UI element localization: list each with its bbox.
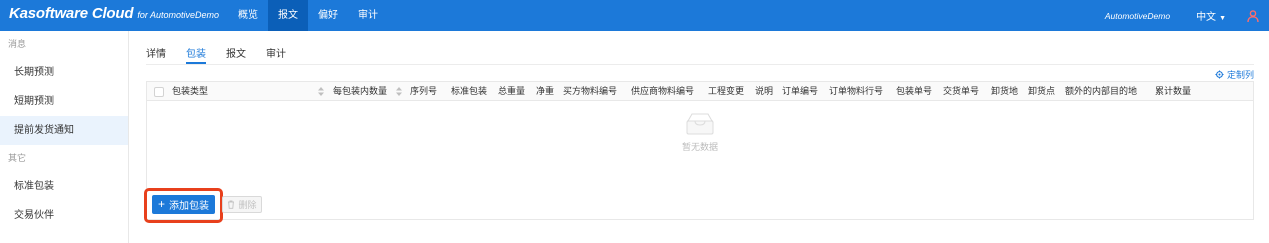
nav-item-preferences[interactable]: 偏好 <box>308 0 348 31</box>
sidebar-item-short-term-forecast[interactable]: 短期预测 <box>0 87 128 116</box>
delete-button[interactable]: 删除 <box>222 195 262 213</box>
nav-item-messages[interactable]: 报文 <box>268 0 308 31</box>
language-label: 中文 <box>1196 12 1217 23</box>
sidebar-item-advance-ship-notice[interactable]: 提前发货通知 <box>0 116 128 145</box>
custom-columns-label: 定制列 <box>1226 70 1254 80</box>
account-name[interactable]: AutomotiveDemo <box>1105 11 1170 21</box>
sidebar-item-long-term-forecast[interactable]: 长期预测 <box>0 58 128 87</box>
empty-state: 暂无数据 <box>147 102 1253 182</box>
nav-item-audit[interactable]: 审计 <box>348 0 388 31</box>
empty-box-icon <box>686 113 714 135</box>
trash-icon <box>228 200 235 209</box>
plus-icon: + <box>157 197 165 211</box>
column-header-gross-weight[interactable]: 总重量 <box>498 82 525 101</box>
column-header-order-line-number[interactable]: 订单物料行号 <box>829 82 883 101</box>
select-all-checkbox[interactable] <box>154 87 164 97</box>
packaging-table: 包装类型 每包装内数量 序列号 标准包装 总重量 净重 买方物料编号 供应商物料… <box>146 81 1254 220</box>
column-header-cumulative-quantity[interactable]: 累计数量 <box>1155 82 1191 101</box>
column-header-unloading-place[interactable]: 卸货地 <box>991 82 1018 101</box>
brand-name: Kasoftware Cloud <box>9 5 134 22</box>
column-header-engineering-change[interactable]: 工程变更 <box>708 82 744 101</box>
column-header-unloading-point[interactable]: 卸货点 <box>1028 82 1055 101</box>
custom-columns-link[interactable]: 定制列 <box>1215 68 1254 81</box>
add-package-button[interactable]: + 添加包装 <box>152 194 215 214</box>
add-package-label: 添加包装 <box>169 200 209 212</box>
column-header-buyer-part-number[interactable]: 买方物料编号 <box>563 82 617 101</box>
sidebar-item-standard-packaging[interactable]: 标准包装 <box>0 172 128 201</box>
column-header-standard-package[interactable]: 标准包装 <box>451 82 487 101</box>
column-header-extra-internal-destination[interactable]: 额外的内部目的地 <box>1065 82 1137 101</box>
table-header: 包装类型 每包装内数量 序列号 标准包装 总重量 净重 买方物料编号 供应商物料… <box>147 82 1253 101</box>
table-actions: + 添加包装 删除 <box>144 188 262 223</box>
tab-audit[interactable]: 审计 <box>266 45 286 64</box>
brand-subtitle: for AutomotiveDemo <box>137 10 220 20</box>
empty-text: 暂无数据 <box>681 142 718 152</box>
delete-label: 删除 <box>238 199 257 210</box>
column-header-delivery-number[interactable]: 交货单号 <box>943 82 979 101</box>
sort-icon[interactable] <box>396 82 403 101</box>
sidebar-item-trading-partners[interactable]: 交易伙伴 <box>0 201 128 230</box>
column-header-qty-per-package[interactable]: 每包装内数量 <box>333 82 387 101</box>
nav-item-overview[interactable]: 概览 <box>228 0 268 31</box>
tabs-divider <box>146 64 1254 65</box>
user-icon[interactable] <box>1246 9 1260 23</box>
column-header-package-number[interactable]: 包装单号 <box>896 82 932 101</box>
column-header-serial-number[interactable]: 序列号 <box>410 82 437 101</box>
detail-tabs: 详情 包装 报文 审计 <box>146 45 306 64</box>
column-header-order-number[interactable]: 订单编号 <box>782 82 818 101</box>
column-header-description[interactable]: 说明 <box>755 82 773 101</box>
sort-icon[interactable] <box>318 82 325 101</box>
top-bar: Kasoftware Cloud for AutomotiveDemo 概览 报文… <box>0 0 1269 31</box>
tab-details[interactable]: 详情 <box>146 45 166 64</box>
tab-packaging[interactable]: 包装 <box>186 45 206 64</box>
tab-messages[interactable]: 报文 <box>226 45 246 64</box>
main-nav: 概览 报文 偏好 审计 <box>228 0 388 31</box>
sidebar-group-messages: 消息 <box>8 39 27 49</box>
top-right-area: AutomotiveDemo 中文 ▼ <box>1105 0 1269 31</box>
sidebar: 消息 长期预测 短期预测 提前发货通知 其它 标准包装 交易伙伴 <box>0 31 129 243</box>
column-header-package-type[interactable]: 包装类型 <box>172 82 208 101</box>
language-select[interactable]: 中文 ▼ <box>1196 8 1226 23</box>
column-header-supplier-part-number[interactable]: 供应商物料编号 <box>631 82 694 101</box>
sidebar-group-other: 其它 <box>8 153 27 163</box>
brand-logo[interactable]: Kasoftware Cloud for AutomotiveDemo <box>9 5 219 22</box>
column-header-net-weight[interactable]: 净重 <box>536 82 554 101</box>
gear-icon <box>1215 70 1224 79</box>
main-content: 详情 包装 报文 审计 定制列 包装类型 每包装内数量 序列号 标准包装 总重量… <box>130 31 1269 243</box>
chevron-down-icon: ▼ <box>1219 15 1226 22</box>
